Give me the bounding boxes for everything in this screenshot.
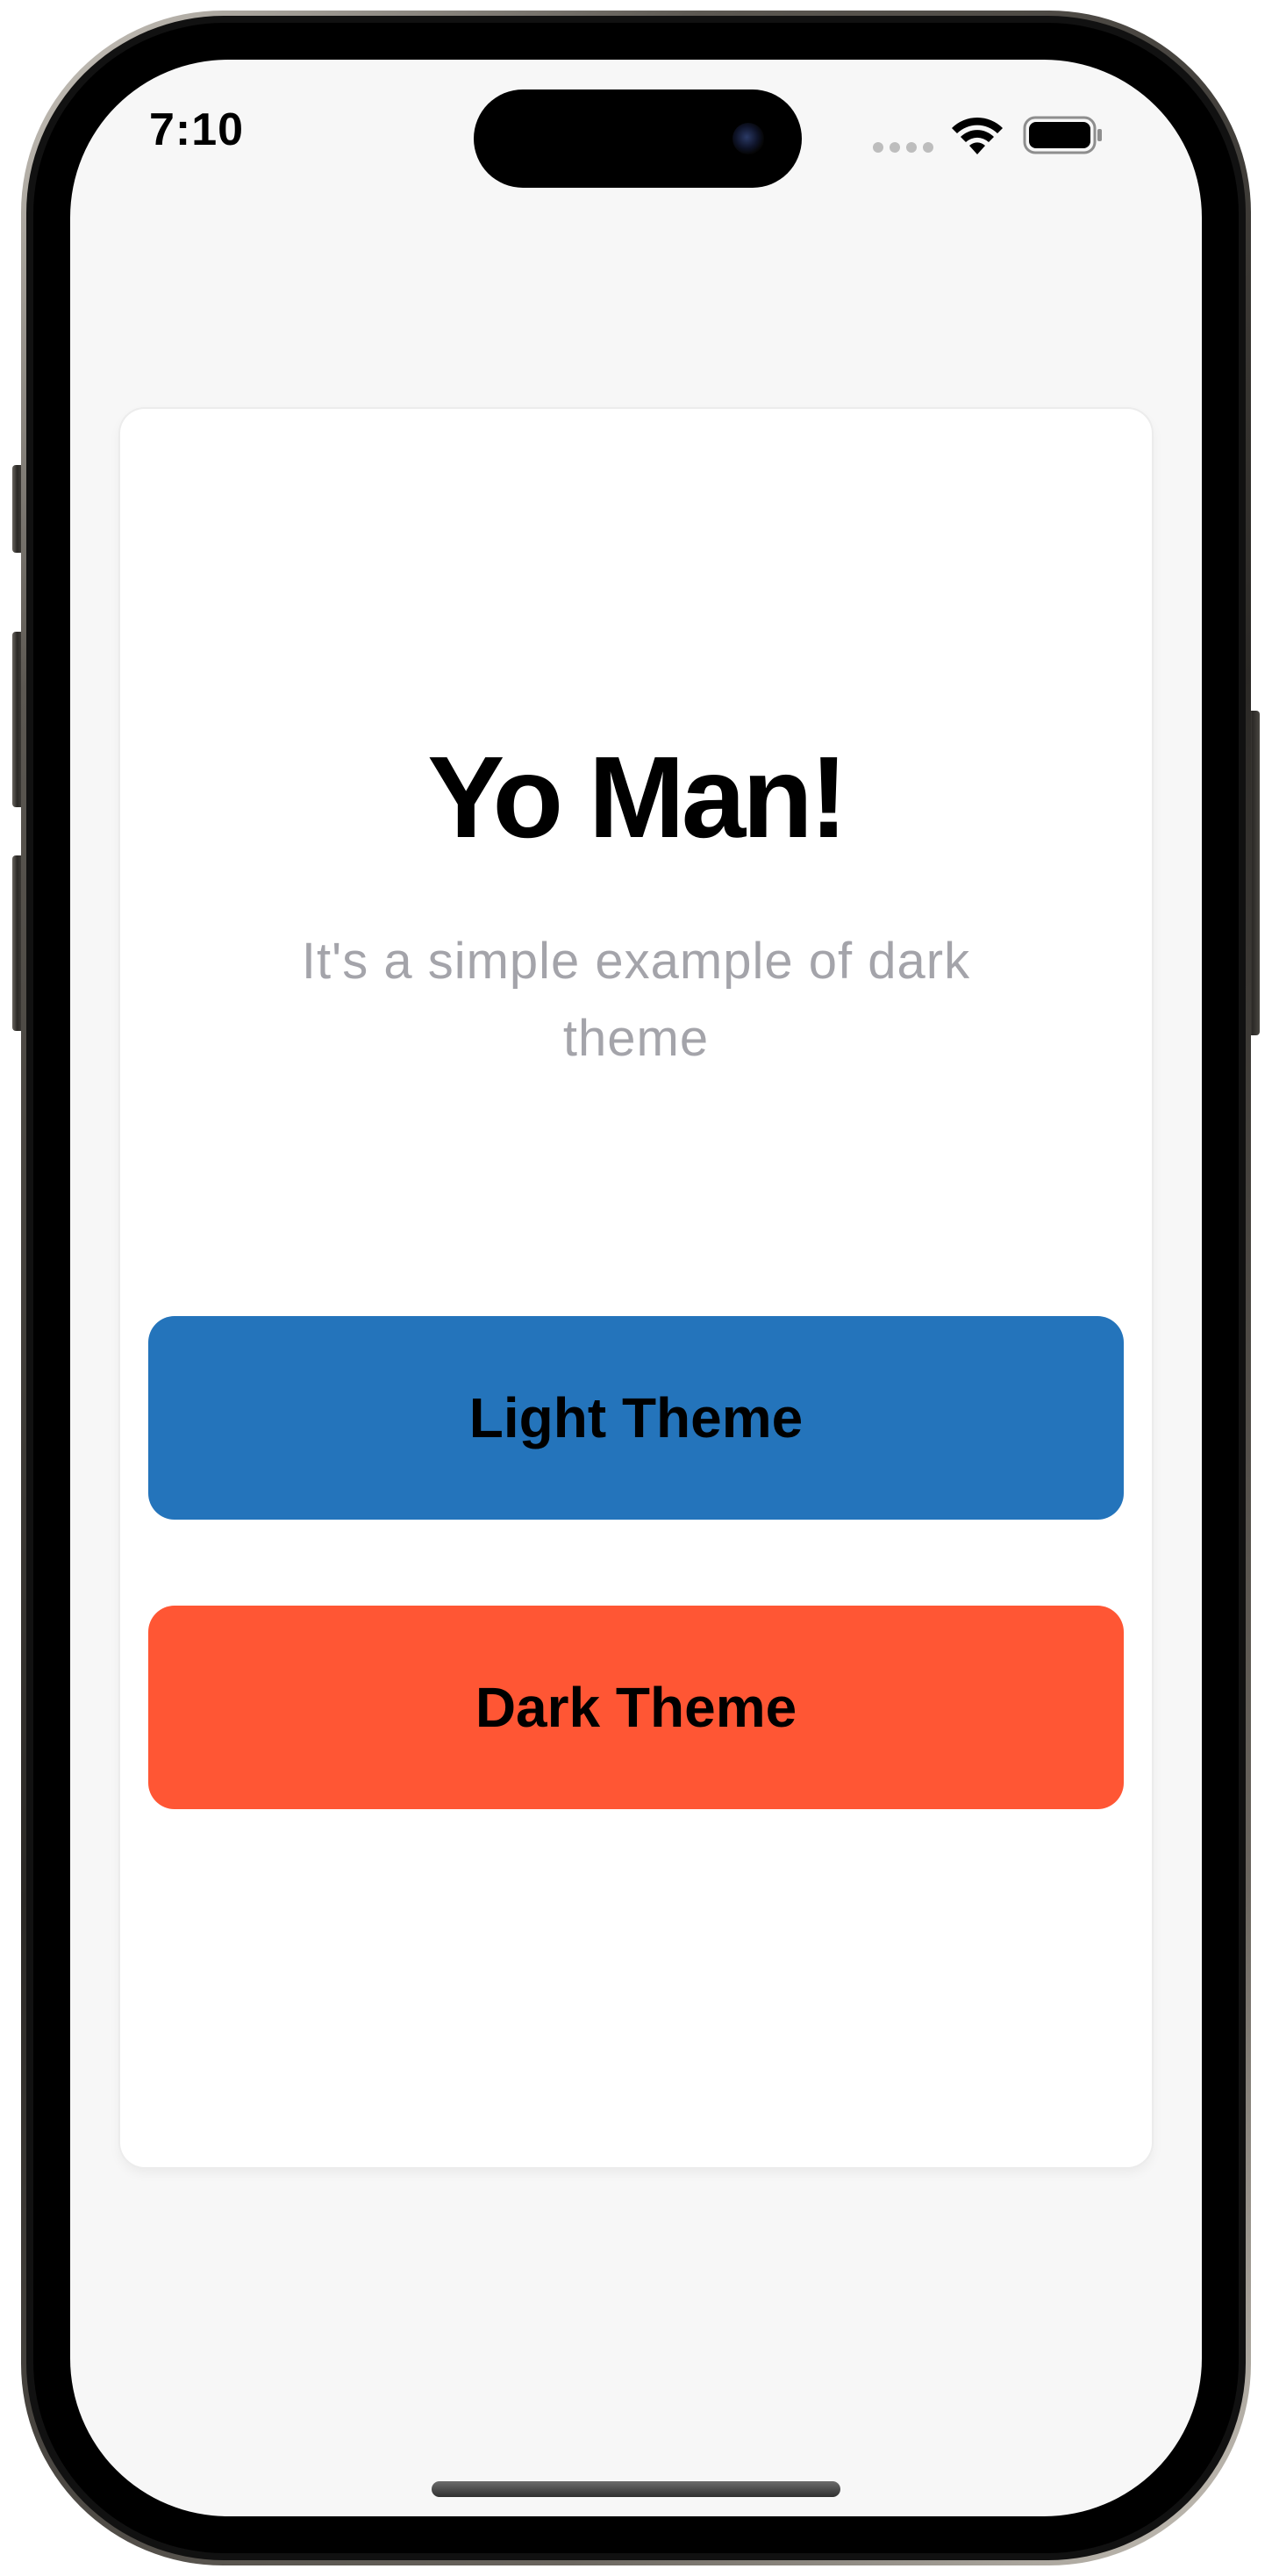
page-title: Yo Man! bbox=[427, 733, 848, 862]
dark-theme-button[interactable]: Dark Theme bbox=[148, 1606, 1124, 1809]
status-time: 7:10 bbox=[149, 104, 245, 155]
light-theme-button[interactable]: Light Theme bbox=[148, 1316, 1124, 1520]
dark-theme-button-label: Dark Theme bbox=[475, 1676, 797, 1739]
front-camera-icon bbox=[732, 123, 764, 154]
wifi-icon bbox=[952, 117, 1003, 154]
page-subtitle: It's a simple example of dark theme bbox=[301, 933, 971, 1067]
signal-dots-icon bbox=[873, 142, 933, 153]
stage: 7:10 Yo Man! It's a simple example of da… bbox=[0, 0, 1272, 2576]
home-indicator[interactable] bbox=[432, 2481, 840, 2497]
battery-icon bbox=[1023, 116, 1102, 154]
theme-card: Yo Man! It's a simple example of dark th… bbox=[120, 409, 1152, 2167]
light-theme-button-label: Light Theme bbox=[468, 1386, 804, 1449]
